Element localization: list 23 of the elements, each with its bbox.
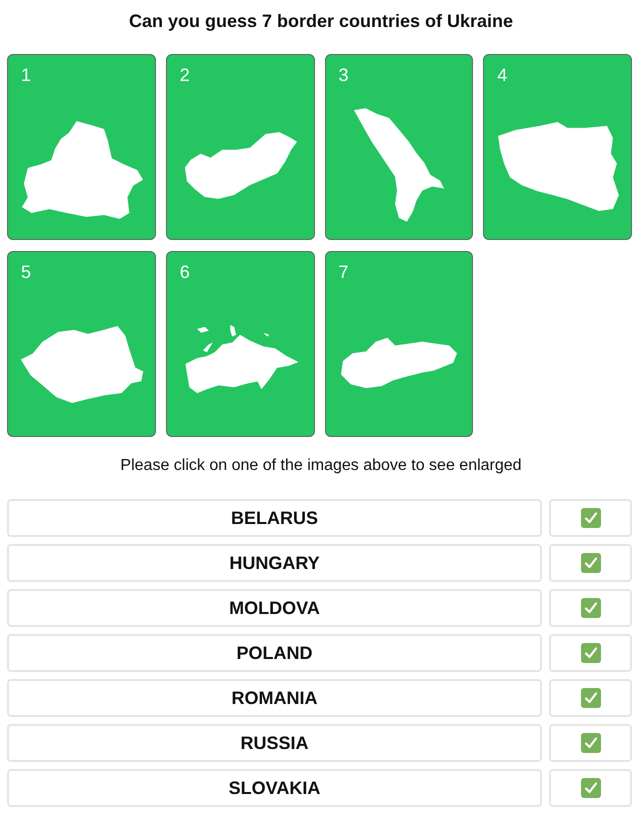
map-card[interactable]: 1 — [7, 54, 156, 240]
map-card[interactable]: 7 — [324, 251, 474, 437]
answer-box: RUSSIA — [7, 724, 542, 762]
map-card[interactable]: 2 — [166, 54, 314, 240]
card-number: 2 — [180, 64, 190, 87]
card-number: 7 — [338, 261, 349, 284]
card-number: 4 — [497, 64, 508, 87]
map-card[interactable]: 4 — [483, 54, 632, 240]
card-number: 5 — [21, 261, 32, 284]
answer-box: ROMANIA — [7, 679, 542, 717]
answer-box: BELARUS — [7, 499, 542, 537]
card-number: 6 — [180, 261, 190, 284]
answer-box: HUNGARY — [7, 544, 542, 582]
page-title: Can you guess 7 border countries of Ukraine — [128, 10, 514, 33]
answer-box: MOLDOVA — [7, 589, 542, 627]
map-card[interactable]: 3 — [324, 54, 474, 240]
answer-box: POLAND — [7, 634, 542, 672]
hint-text: Please click on one of the images above to see enlarged — [120, 456, 522, 476]
map-card[interactable]: 6 — [166, 251, 314, 437]
map-card[interactable]: 5 — [7, 251, 156, 437]
card-number: 3 — [338, 64, 349, 87]
card-number: 1 — [21, 64, 32, 87]
answer-box: SLOVAKIA — [7, 769, 542, 807]
